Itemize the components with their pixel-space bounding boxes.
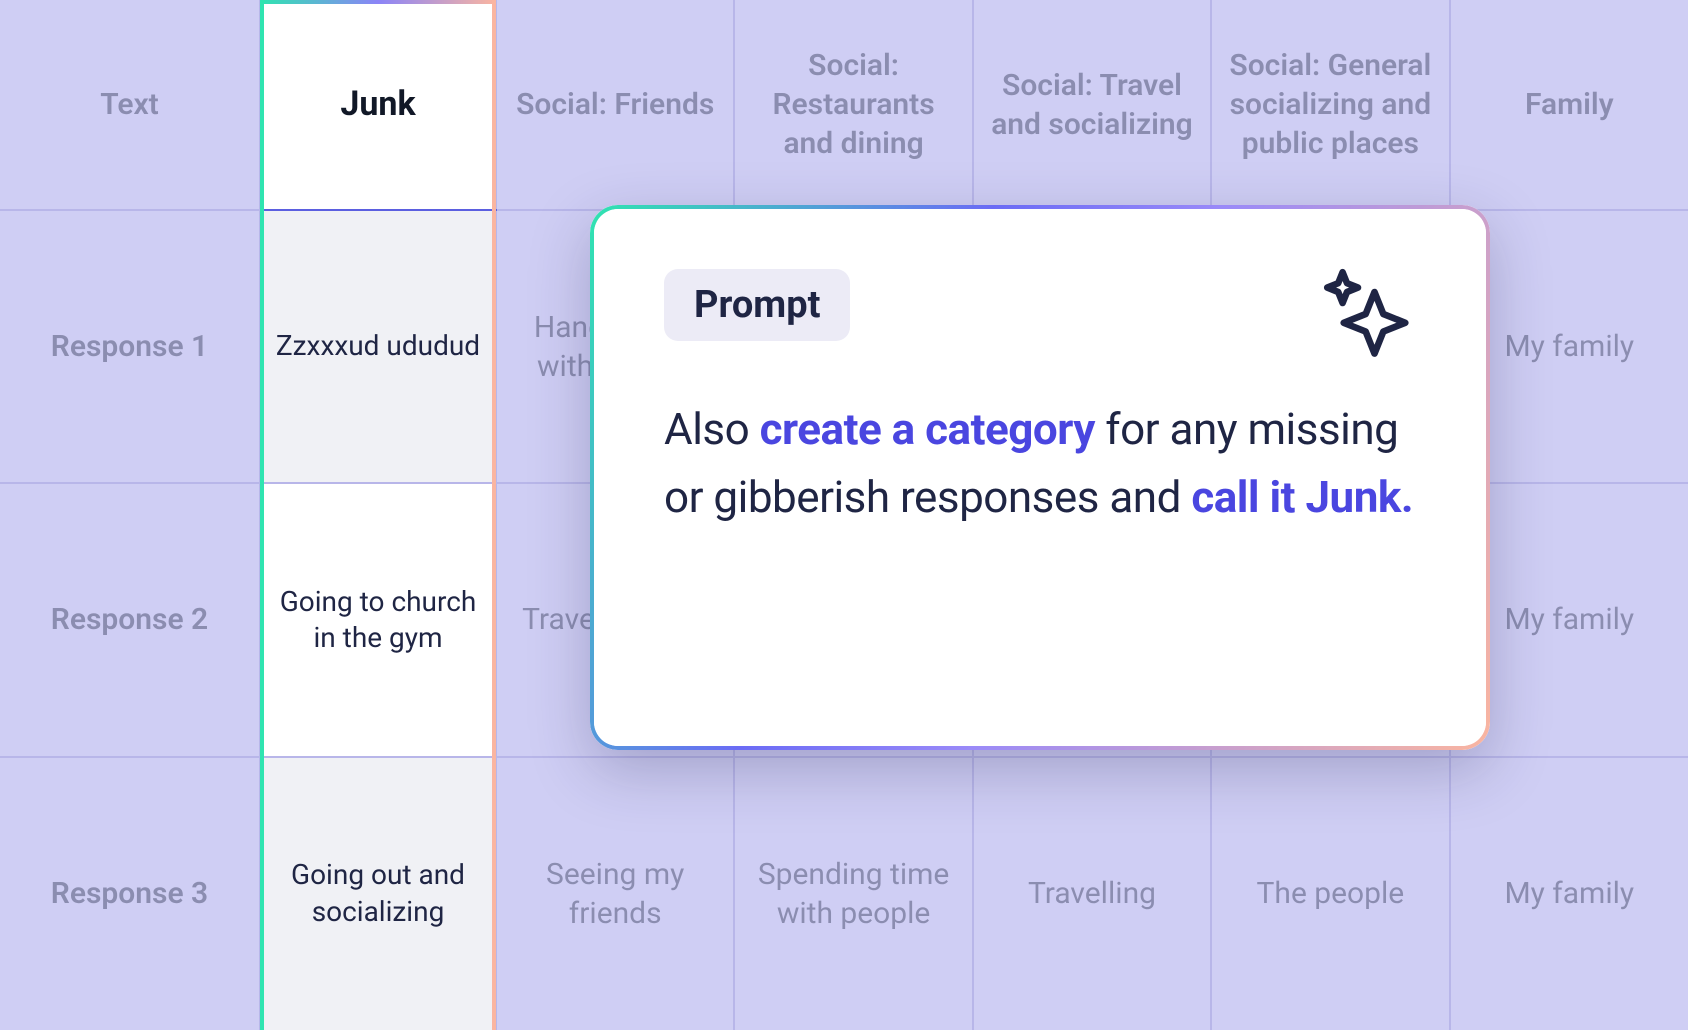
prompt-text: Also create a category for any missing o… [664,395,1416,531]
text-highlight: create a category [760,403,1095,455]
data-cell: Travelling [973,757,1211,1030]
table-header-row: Text Junk Social: Friends Social: Restau… [0,0,1688,210]
col-header-social-friends: Social: Friends [496,0,734,210]
col-header-social-general: Social: General socializing and public p… [1211,0,1449,210]
data-cell: Spending time with people [734,757,972,1030]
col-header-social-travel: Social: Travel and socializing [973,0,1211,210]
col-header-text: Text [0,0,260,210]
col-header-junk[interactable]: Junk [260,0,496,210]
junk-cell[interactable]: Zzxxxud ududud [260,210,496,483]
table-row: Response 3 Going out and socializing See… [0,757,1688,1030]
sparkle-icon [1314,259,1424,369]
data-cell: The people [1211,757,1449,1030]
card-body: Prompt Also create a category for any mi… [594,209,1486,746]
junk-cell[interactable]: Going to church in the gym [260,483,496,756]
row-label: Response 3 [0,757,260,1030]
prompt-badge: Prompt [664,269,850,341]
text-part: Also [664,403,760,455]
col-header-family: Family [1450,0,1688,210]
row-label: Response 1 [0,210,260,483]
junk-cell[interactable]: Going out and socializing [260,757,496,1030]
col-header-social-restaurants: Social: Restaurants and dining [734,0,972,210]
row-label: Response 2 [0,483,260,756]
prompt-card[interactable]: Prompt Also create a category for any mi… [590,205,1490,750]
data-cell: My family [1450,757,1688,1030]
data-cell: Seeing my friends [496,757,734,1030]
text-highlight: call it Junk. [1191,471,1413,523]
